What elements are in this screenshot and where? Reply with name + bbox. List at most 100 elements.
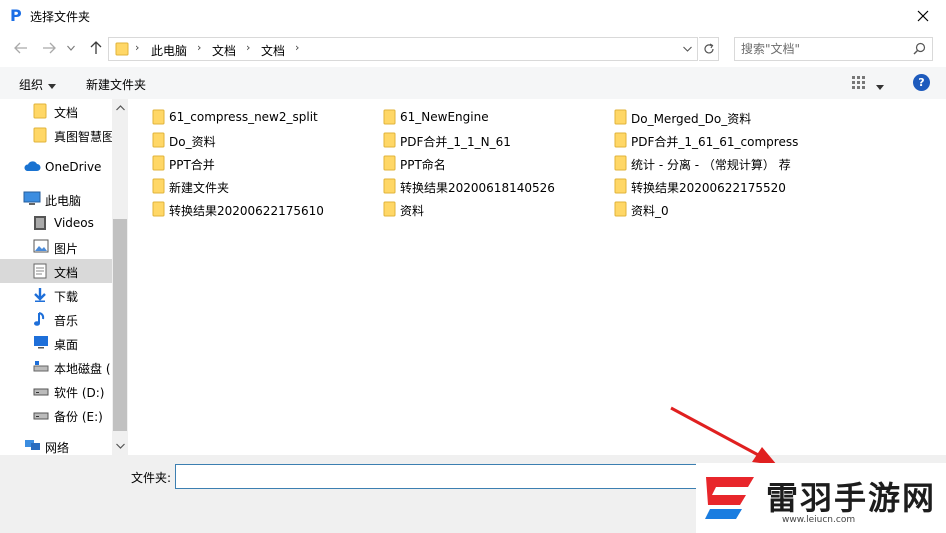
- address-dropdown-button[interactable]: [677, 38, 697, 60]
- folder-name: 61_compress_new2_split: [169, 110, 318, 124]
- breadcrumb-separator: ›: [135, 41, 140, 54]
- nav-item-backup-e[interactable]: 备份 (E:): [0, 403, 112, 427]
- caret-down-icon: [48, 78, 56, 92]
- help-button[interactable]: ?: [913, 74, 930, 91]
- breadcrumb-documents-sub[interactable]: 文档: [261, 42, 285, 59]
- select-folder-dialog: P 选择文件夹 › 此电脑 › 文档 › 文档 › 搜索"文档" 组织 新建文件…: [0, 0, 946, 533]
- new-folder-button[interactable]: 新建文件夹: [86, 76, 146, 93]
- title-bar: P 选择文件夹: [0, 0, 946, 31]
- address-bar[interactable]: › 此电脑 › 文档 › 文档 ›: [108, 37, 698, 61]
- nav-item-music[interactable]: 音乐: [0, 307, 112, 331]
- breadcrumb-separator: ›: [295, 41, 300, 54]
- view-options-button[interactable]: [851, 75, 867, 94]
- folder-icon: [383, 178, 396, 197]
- arrow-right-icon: [43, 42, 56, 54]
- refresh-icon: [703, 43, 714, 54]
- nav-item-network[interactable]: 网络: [0, 434, 112, 455]
- window-title: 选择文件夹: [30, 10, 91, 24]
- nav-item-local-disk[interactable]: 本地磁盘 (: [0, 355, 112, 379]
- watermark-url: www.leiucn.com: [782, 515, 856, 525]
- folder-icon: [152, 178, 165, 197]
- close-icon: [917, 10, 929, 21]
- command-bar: 组织 新建文件夹 ?: [0, 67, 946, 99]
- watermark: 雷羽手游网 www.leiucn.com: [696, 463, 946, 533]
- recent-locations-button[interactable]: [60, 37, 82, 59]
- search-icon[interactable]: [913, 42, 926, 58]
- folder-name: PDF合并_1_1_N_61: [400, 135, 511, 149]
- nav-item-label: Videos: [54, 216, 94, 230]
- forward-button[interactable]: [38, 37, 60, 59]
- folder-icon: [152, 132, 165, 151]
- folder-name: 新建文件夹: [169, 181, 230, 195]
- drive-icon: [33, 383, 49, 400]
- arrow-up-icon: [90, 41, 102, 54]
- chevron-up-icon: [115, 105, 125, 111]
- nav-item-label: 音乐: [54, 314, 79, 328]
- download-icon: [33, 287, 47, 306]
- nav-item-this-pc[interactable]: 此电脑: [0, 187, 112, 211]
- nav-item-label: 桌面: [54, 338, 79, 352]
- folder-name: 转换结果20200622175610: [169, 204, 324, 218]
- nav-item-label: 网络: [45, 441, 70, 455]
- folder-icon: [383, 201, 396, 220]
- organize-button[interactable]: 组织: [19, 76, 43, 93]
- breadcrumb-separator: ›: [197, 41, 202, 54]
- watermark-title: 雷羽手游网: [766, 479, 937, 517]
- app-icon: P: [10, 6, 22, 25]
- nav-item-label: 备份 (E:): [54, 410, 103, 424]
- drive-icon: [33, 407, 49, 424]
- documents-icon: [33, 263, 47, 282]
- folder-icon: [33, 103, 47, 122]
- nav-item-onedrive[interactable]: OneDrive: [0, 155, 112, 179]
- folder-icon: [614, 132, 627, 151]
- folder-name: PPT命名: [400, 158, 446, 172]
- nav-item-documents[interactable]: 文档: [0, 259, 112, 283]
- arrow-left-icon: [14, 42, 27, 54]
- folder-icon: [383, 109, 396, 128]
- chevron-down-icon: [115, 443, 125, 449]
- folder-icon: [614, 201, 627, 220]
- nav-item-label: 软件 (D:): [54, 386, 105, 400]
- nav-item-downloads[interactable]: 下载: [0, 283, 112, 307]
- close-button[interactable]: [900, 0, 946, 31]
- breadcrumb-documents[interactable]: 文档: [212, 42, 236, 59]
- folder-icon: [383, 132, 396, 151]
- folder-name: 61_NewEngine: [400, 110, 489, 124]
- caret-down-icon[interactable]: [876, 79, 884, 93]
- folder-field-label: 文件夹:: [131, 471, 172, 485]
- nav-item-desktop[interactable]: 桌面: [0, 331, 112, 355]
- navigation-pane: 文档 真图智慧图 OneDrive 此电脑 Videos 图片 文档 下载 音乐…: [0, 99, 128, 455]
- breadcrumb-this-pc[interactable]: 此电脑: [151, 42, 187, 59]
- back-button[interactable]: [10, 37, 32, 59]
- up-button[interactable]: [85, 37, 107, 59]
- scroll-down-button[interactable]: [112, 437, 128, 455]
- folder-icon: [152, 109, 165, 128]
- breadcrumb-separator: ›: [246, 41, 251, 54]
- folder-name: Do_资料: [169, 135, 216, 149]
- nav-item-pictures[interactable]: 图片: [0, 235, 112, 259]
- folder-icon: [614, 178, 627, 197]
- nav-item-documents-quick[interactable]: 文档: [0, 99, 112, 123]
- grid-view-icon: [852, 76, 865, 89]
- pictures-icon: [33, 239, 49, 256]
- search-box[interactable]: [734, 37, 933, 61]
- folder-icon: [614, 109, 627, 128]
- nav-item-software-d[interactable]: 软件 (D:): [0, 379, 112, 403]
- nav-item-zhentu[interactable]: 真图智慧图: [0, 123, 114, 147]
- nav-item-videos[interactable]: Videos: [0, 211, 112, 235]
- folder-name: 转换结果20200622175520: [631, 181, 786, 195]
- nav-item-label: 文档: [54, 106, 79, 120]
- desktop-icon: [33, 335, 49, 352]
- nav-item-label: OneDrive: [45, 160, 102, 174]
- file-list: 61_compress_new2_split Do_资料 PPT合并 新建文件夹…: [128, 99, 946, 455]
- search-input[interactable]: [735, 38, 905, 60]
- cloud-icon: [23, 159, 41, 176]
- folder-icon: [614, 155, 627, 174]
- drive-icon: [33, 359, 49, 376]
- music-icon: [33, 311, 47, 330]
- network-icon: [23, 438, 41, 455]
- scroll-up-button[interactable]: [112, 99, 128, 117]
- refresh-button[interactable]: [699, 37, 719, 61]
- nav-scrollbar[interactable]: [112, 99, 128, 455]
- scroll-thumb[interactable]: [113, 219, 127, 431]
